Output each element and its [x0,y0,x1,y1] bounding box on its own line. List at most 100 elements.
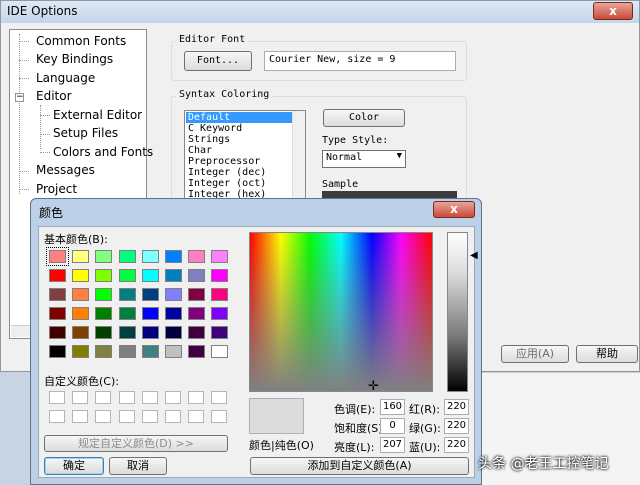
custom-color-slot[interactable] [49,410,65,423]
tree-item-messages[interactable]: Messages [36,162,95,179]
color-button[interactable]: Color [323,109,405,127]
color-swatch[interactable] [211,269,229,282]
color-swatch[interactable] [188,269,206,282]
color-swatch[interactable] [95,345,113,358]
color-swatch[interactable] [211,288,229,301]
tree-item-project[interactable]: Project [36,181,77,198]
syntax-element-list[interactable]: Default C Keyword Strings Char Preproces… [184,110,306,202]
color-swatch[interactable] [141,326,159,339]
color-swatch[interactable] [165,345,182,358]
add-to-custom-colors-button[interactable]: 添加到自定义颜色(A) [250,457,469,475]
color-swatch[interactable] [211,326,229,339]
custom-color-slot[interactable] [95,391,112,404]
slider-arrow-icon[interactable]: ◀ [470,250,478,261]
color-swatch[interactable] [49,269,66,282]
color-swatch[interactable] [141,288,159,301]
color-swatch[interactable] [49,307,66,320]
custom-color-slot[interactable] [188,391,205,404]
color-swatch[interactable] [118,307,136,320]
list-item[interactable]: Strings [186,134,292,145]
red-input[interactable]: 220 [444,399,469,415]
type-style-select[interactable]: Normal ▼ [322,150,406,168]
custom-color-slot[interactable] [188,410,205,423]
color-swatch[interactable] [188,345,206,358]
color-swatch[interactable] [118,326,136,339]
color-swatch[interactable] [188,307,206,320]
color-swatch[interactable] [49,288,66,301]
color-swatch[interactable] [72,307,90,320]
sat-input[interactable]: 0 [380,418,405,434]
color-swatch[interactable] [165,288,182,301]
color-swatch[interactable] [95,307,113,320]
color-swatch[interactable] [141,269,159,282]
list-item[interactable]: Preprocessor [186,156,292,167]
green-input[interactable]: 220 [444,418,469,434]
custom-color-slot[interactable] [165,410,181,423]
color-swatch[interactable] [141,345,159,358]
custom-color-slot[interactable] [118,391,135,404]
color-swatch[interactable] [72,250,90,263]
color-swatch[interactable] [211,250,229,263]
tree-item-language[interactable]: Language [36,70,95,87]
custom-color-slot[interactable] [141,410,158,423]
custom-color-slot[interactable] [72,410,89,423]
list-item[interactable]: Char [186,145,292,156]
tree-item-setup-files[interactable]: Setup Files [53,125,118,142]
blue-input[interactable]: 220 [444,437,469,453]
color-swatch[interactable] [95,326,113,339]
color-swatch[interactable] [72,269,90,282]
custom-color-slot[interactable] [141,391,158,404]
color-swatch[interactable] [72,326,90,339]
custom-color-slot[interactable] [165,391,181,404]
custom-color-slot[interactable] [95,410,112,423]
color-swatch[interactable] [118,269,136,282]
close-button[interactable]: x [593,2,633,20]
color-swatch[interactable] [141,250,159,263]
color-swatch[interactable] [49,326,66,339]
color-swatch[interactable] [141,307,159,320]
ok-button[interactable]: 确定 [44,457,104,475]
cancel-button[interactable]: 取消 [109,457,167,475]
color-swatch[interactable] [211,345,229,358]
color-swatch[interactable] [165,307,182,320]
list-item[interactable]: C Keyword [186,123,292,134]
luminance-slider[interactable] [447,232,468,392]
close-button[interactable]: x [433,201,475,218]
color-swatch[interactable] [188,250,206,263]
color-swatch[interactable] [188,288,206,301]
color-swatch[interactable] [95,288,113,301]
list-item[interactable]: Integer (dec) [186,167,292,178]
color-swatch[interactable] [118,345,136,358]
color-swatch[interactable] [95,250,113,263]
lum-input[interactable]: 207 [380,437,405,453]
apply-button[interactable]: 应用(A) [501,345,569,363]
list-item[interactable]: Default [186,112,292,123]
custom-color-slot[interactable] [118,410,135,423]
font-button[interactable]: Font... [184,51,252,71]
color-swatch[interactable] [72,288,90,301]
color-spectrum[interactable]: ✛ [249,232,433,393]
custom-color-slot[interactable] [211,410,228,423]
color-swatch[interactable] [46,247,69,266]
color-swatch[interactable] [165,326,182,339]
color-swatch[interactable] [165,269,182,282]
color-swatch[interactable] [118,250,136,263]
custom-color-slot[interactable] [49,391,65,404]
tree-item-colors-and-fonts[interactable]: Colors and Fonts [53,144,153,161]
color-swatch[interactable] [211,307,229,320]
tree-item-common-fonts[interactable]: Common Fonts [36,33,126,50]
hue-input[interactable]: 160 [380,399,405,415]
list-item[interactable]: Integer (oct) [186,178,292,189]
color-swatch[interactable] [118,288,136,301]
color-swatch[interactable] [188,326,206,339]
help-button[interactable]: 帮助 [576,345,638,363]
color-swatch[interactable] [165,250,182,263]
collapse-icon[interactable]: − [15,93,24,102]
color-swatch[interactable] [49,345,66,358]
list-scrollbar[interactable] [292,111,305,201]
color-swatch[interactable] [95,269,113,282]
tree-item-external-editor[interactable]: External Editor [53,107,142,124]
custom-color-slot[interactable] [72,391,89,404]
tree-item-editor[interactable]: Editor [36,88,72,105]
custom-color-slot[interactable] [211,391,228,404]
